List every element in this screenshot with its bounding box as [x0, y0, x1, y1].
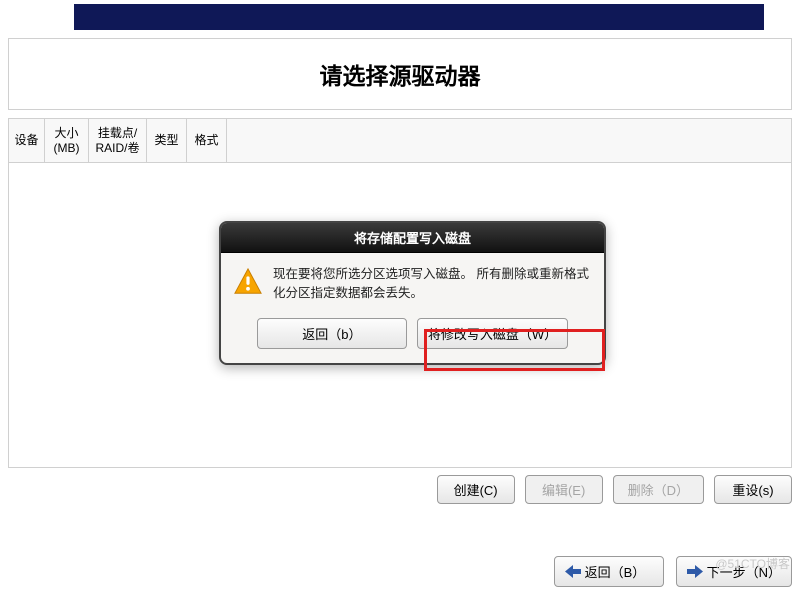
top-header-bar — [74, 4, 764, 30]
create-button[interactable]: 创建(C) — [437, 475, 515, 504]
delete-button: 删除（D） — [613, 475, 704, 504]
arrow-left-icon — [565, 565, 581, 578]
col-size[interactable]: 大小 (MB) — [45, 119, 89, 162]
next-button[interactable]: 下一步（N） — [676, 556, 792, 587]
col-mount[interactable]: 挂载点/ RAID/卷 — [89, 119, 147, 162]
nav-row: 返回（B） 下一步（N） — [554, 556, 792, 587]
reset-button[interactable]: 重设(s) — [714, 475, 792, 504]
dialog-body: 现在要将您所选分区选项写入磁盘。 所有删除或重新格式化分区指定数据都会丢失。 — [221, 253, 604, 308]
partition-action-row: 创建(C) 编辑(E) 删除（D） 重设(s) — [437, 475, 792, 504]
back-button-label: 返回（B） — [585, 562, 646, 581]
next-button-label: 下一步（N） — [707, 562, 781, 581]
dialog-write-button[interactable]: 将修改写入磁盘（W） — [417, 318, 568, 349]
page-title: 请选择源驱动器 — [320, 57, 481, 91]
col-format[interactable]: 格式 — [187, 119, 227, 162]
dialog-message: 现在要将您所选分区选项写入磁盘。 所有删除或重新格式化分区指定数据都会丢失。 — [273, 265, 592, 304]
table-header-row: 设备 大小 (MB) 挂载点/ RAID/卷 类型 格式 — [9, 119, 791, 163]
arrow-right-icon — [687, 565, 703, 578]
dialog-button-row: 返回（b） 将修改写入磁盘（W） — [221, 308, 604, 363]
confirm-dialog: 将存储配置写入磁盘 现在要将您所选分区选项写入磁盘。 所有删除或重新格式化分区指… — [219, 221, 606, 365]
title-panel: 请选择源驱动器 — [8, 38, 792, 110]
warning-icon — [233, 267, 263, 297]
edit-button: 编辑(E) — [525, 475, 603, 504]
col-type[interactable]: 类型 — [147, 119, 187, 162]
col-spacer — [227, 119, 791, 162]
col-device[interactable]: 设备 — [9, 119, 45, 162]
dialog-title: 将存储配置写入磁盘 — [221, 223, 604, 253]
back-button[interactable]: 返回（B） — [554, 556, 664, 587]
dialog-back-button[interactable]: 返回（b） — [257, 318, 407, 349]
